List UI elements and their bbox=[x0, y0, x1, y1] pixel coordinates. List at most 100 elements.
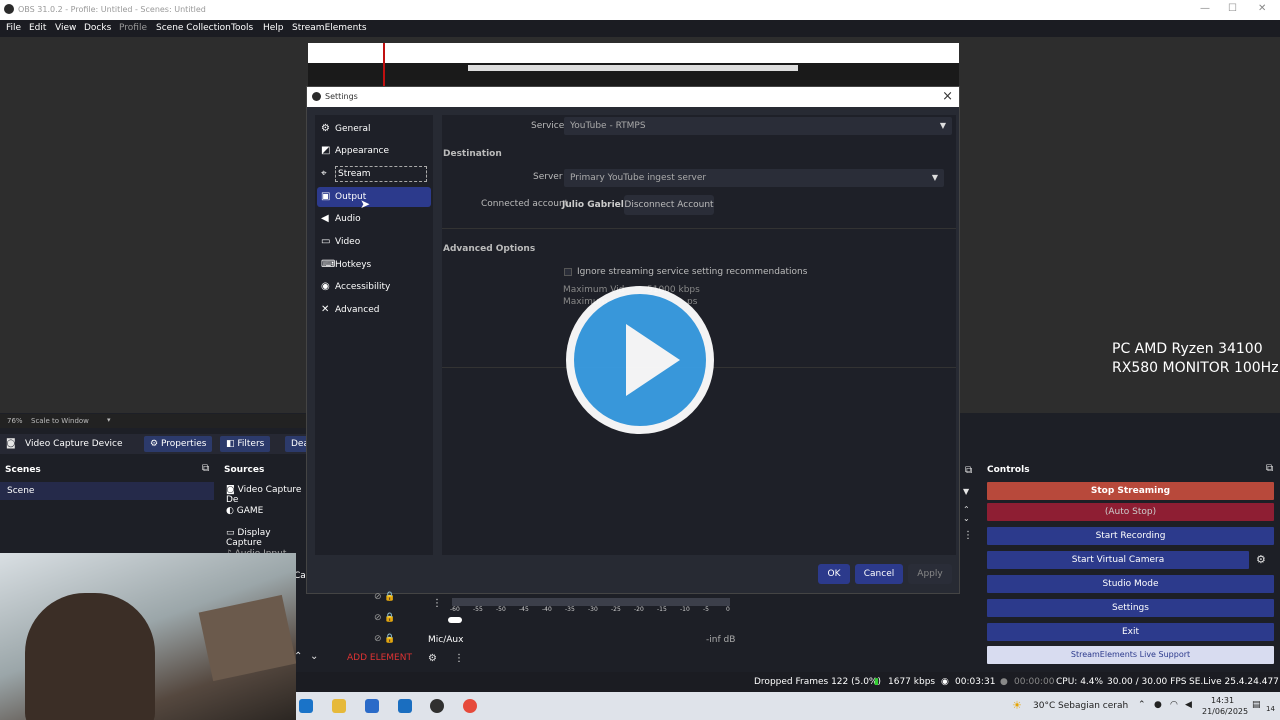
studio-mode-button[interactable]: Studio Mode bbox=[987, 575, 1274, 593]
store-icon[interactable] bbox=[365, 699, 379, 713]
nested-window-capture bbox=[308, 43, 959, 63]
ignore-recommendations-checkbox[interactable] bbox=[564, 268, 572, 276]
chrome-icon[interactable] bbox=[463, 699, 477, 713]
visibility-icon[interactable]: ⊘ 🔒 bbox=[374, 592, 396, 602]
clock-date[interactable]: 21/06/2025 bbox=[1202, 707, 1248, 716]
chevron-down-icon[interactable]: ▼ bbox=[963, 487, 969, 496]
minimize-icon[interactable]: — bbox=[1200, 3, 1210, 14]
menu-help[interactable]: Help bbox=[263, 23, 284, 33]
menu-tools[interactable]: Tools bbox=[231, 23, 253, 33]
cancel-button[interactable]: Cancel bbox=[855, 564, 903, 584]
more-icon[interactable]: ⋮ bbox=[454, 653, 464, 664]
selected-source-label: Video Capture Device bbox=[25, 439, 123, 449]
filters-button[interactable]: ◧ Filters bbox=[220, 436, 271, 452]
start-virtual-camera-button[interactable]: Start Virtual Camera bbox=[987, 551, 1249, 569]
undock-icon[interactable]: ⧉ bbox=[202, 463, 209, 474]
stop-streaming-button[interactable]: Stop Streaming bbox=[987, 482, 1274, 500]
clock-time[interactable]: 14:31 bbox=[1211, 696, 1234, 705]
source-toolbar: ◙ Video Capture Device ⚙ Properties ◧ Fi… bbox=[0, 434, 309, 454]
nav-output[interactable]: ▣ Output bbox=[317, 187, 431, 207]
gear-icon: ⚙ bbox=[321, 123, 330, 134]
exit-button[interactable]: Exit bbox=[987, 623, 1274, 641]
close-icon[interactable]: ✕ bbox=[1258, 3, 1266, 14]
nav-general[interactable]: ⚙ General bbox=[317, 119, 431, 139]
webcam-overlay bbox=[0, 553, 296, 720]
tools-icon: ✕ bbox=[321, 304, 330, 315]
nav-video[interactable]: ▭ Video bbox=[317, 232, 431, 252]
auto-stop-button[interactable]: (Auto Stop) bbox=[987, 503, 1274, 521]
undock-icon[interactable]: ⧉ bbox=[965, 465, 972, 476]
properties-button[interactable]: ⚙ Properties bbox=[144, 436, 213, 452]
server-label: Server bbox=[533, 172, 563, 182]
maximize-icon[interactable]: ☐ bbox=[1228, 3, 1237, 14]
chevron-down-icon[interactable]: ▾ bbox=[107, 416, 111, 424]
channel-name: Mic/Aux bbox=[428, 635, 464, 645]
meter-tick: -50 bbox=[496, 606, 506, 613]
menu-streamelements[interactable]: StreamElements bbox=[292, 23, 367, 33]
divider bbox=[442, 228, 956, 229]
stream-icon: ◉ bbox=[941, 677, 949, 687]
more-icon[interactable]: ⋮ bbox=[432, 598, 442, 609]
wifi-icon[interactable]: ◠ bbox=[1170, 700, 1178, 710]
nav-accessibility[interactable]: ◉ Accessibility bbox=[317, 277, 431, 297]
video-play-button[interactable] bbox=[566, 286, 714, 434]
streamelements-support-button[interactable]: StreamElements Live Support bbox=[987, 646, 1274, 664]
volume-slider-handle[interactable] bbox=[448, 617, 462, 623]
close-icon[interactable]: × bbox=[942, 89, 953, 104]
obs-logo-icon bbox=[312, 92, 321, 101]
source-name: Video Capture De bbox=[226, 485, 302, 505]
ok-button[interactable]: OK bbox=[818, 564, 850, 584]
menu-edit[interactable]: Edit bbox=[29, 23, 46, 33]
settings-button[interactable]: Settings bbox=[987, 599, 1274, 617]
output-icon: ▣ bbox=[321, 191, 331, 202]
more-icon[interactable]: ⋮ bbox=[963, 530, 973, 541]
menu-scene-collection[interactable]: Scene Collection bbox=[156, 23, 231, 33]
menu-view[interactable]: View bbox=[55, 23, 76, 33]
meter-tick: -20 bbox=[634, 606, 644, 613]
visibility-icon[interactable]: ⊘ 🔒 bbox=[374, 613, 396, 623]
gear-icon[interactable]: ⚙ bbox=[1256, 553, 1266, 566]
apply-button[interactable]: Apply bbox=[908, 564, 952, 584]
notification-icon[interactable]: ▤ bbox=[1252, 700, 1261, 710]
nav-hotkeys[interactable]: ⌨ Hotkeys bbox=[317, 255, 431, 275]
menu-profile[interactable]: Profile bbox=[119, 23, 147, 33]
chevron-down-icon[interactable]: ⌄ bbox=[310, 651, 318, 662]
service-select[interactable]: YouTube - RTMPS ▼ bbox=[564, 117, 952, 135]
start-recording-button[interactable]: Start Recording bbox=[987, 527, 1274, 545]
outlook-icon[interactable] bbox=[398, 699, 412, 713]
scale-mode-select[interactable]: Scale to Window bbox=[31, 417, 89, 425]
chevron-down-icon: ▼ bbox=[931, 173, 938, 182]
nav-audio[interactable]: ◀ Audio bbox=[317, 209, 431, 229]
file-explorer-icon[interactable] bbox=[332, 699, 346, 713]
volume-icon[interactable]: ◀ bbox=[1185, 700, 1192, 710]
nav-appearance[interactable]: ◩ Appearance bbox=[317, 141, 431, 161]
chevron-up-icon[interactable]: ⌃ bbox=[963, 505, 970, 514]
scene-list-item[interactable]: Scene bbox=[0, 482, 214, 500]
nav-advanced[interactable]: ✕ Advanced bbox=[317, 300, 431, 320]
chevron-down-icon[interactable]: ⌄ bbox=[963, 514, 970, 523]
obs-taskbar-icon[interactable] bbox=[430, 699, 444, 713]
menu-docks[interactable]: Docks bbox=[84, 23, 111, 33]
edge-icon[interactable] bbox=[299, 699, 313, 713]
undock-icon[interactable]: ⧉ bbox=[1266, 463, 1273, 474]
weather-temp: 30°C bbox=[1033, 701, 1056, 711]
dropped-frames: Dropped Frames 122 (5.0%) bbox=[754, 677, 881, 687]
server-select[interactable]: Primary YouTube ingest server ▼ bbox=[564, 169, 944, 187]
meter-tick: -45 bbox=[519, 606, 529, 613]
add-element-button[interactable]: ADD ELEMENT bbox=[347, 653, 412, 663]
disconnect-account-button[interactable]: Disconnect Account bbox=[624, 195, 714, 215]
source-item[interactable]: ◙ Video Capture De bbox=[226, 485, 306, 505]
zoom-level: 76% bbox=[7, 417, 23, 425]
menu-file[interactable]: File bbox=[6, 23, 21, 33]
camera-icon: ◙ bbox=[6, 438, 16, 449]
mic-icon[interactable]: ● bbox=[1154, 700, 1162, 710]
preview-scale-bar: 76% Scale to Window ▾ bbox=[0, 414, 306, 428]
visibility-icon[interactable]: ⊘ 🔒 bbox=[374, 634, 396, 644]
scenes-title: Scenes bbox=[5, 465, 41, 475]
chevron-up-icon[interactable]: ⌃ bbox=[1138, 700, 1146, 710]
source-item[interactable]: ◐ GAME bbox=[226, 506, 263, 516]
gear-icon[interactable]: ⚙ bbox=[428, 653, 437, 664]
signal-icon: ▮ bbox=[874, 677, 879, 687]
source-item[interactable]: ▭ Display Capture bbox=[226, 528, 306, 548]
nav-stream[interactable]: ⌖ Stream bbox=[317, 164, 431, 184]
